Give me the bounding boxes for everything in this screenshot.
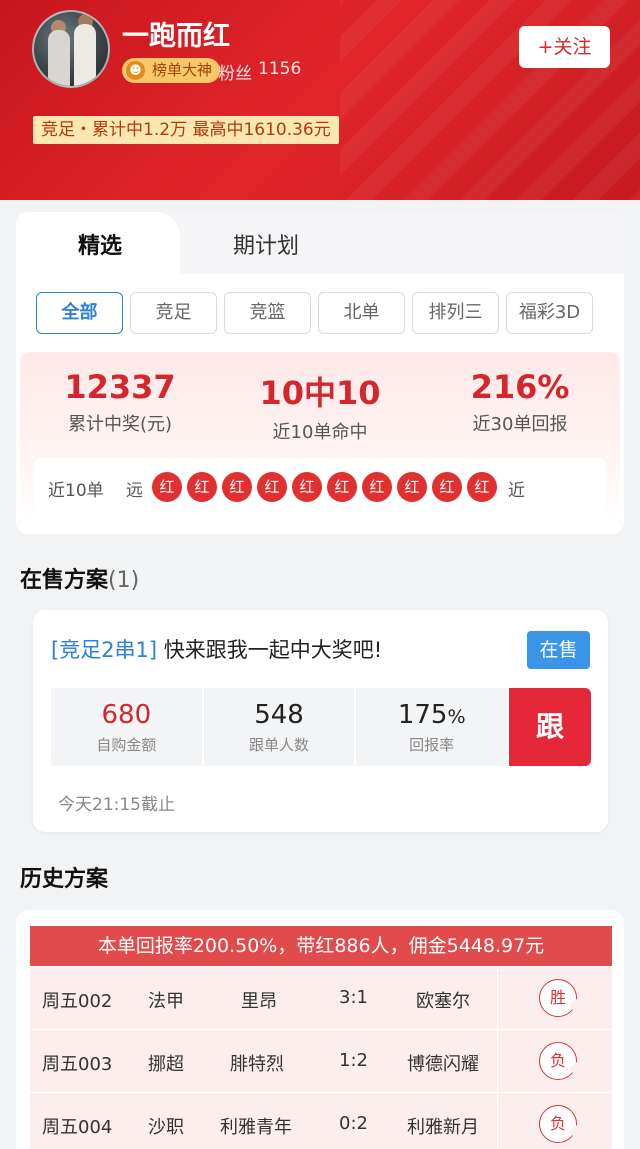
metric-value: 175 — [397, 700, 448, 730]
fans-label: 粉丝 — [218, 64, 252, 84]
on-sale-section-title: 在售方案(1) — [20, 562, 139, 594]
score: 3:1 — [339, 987, 368, 1008]
match-id: 周五004 — [42, 1117, 113, 1138]
plan-type-tag: [竞足2串1] — [51, 638, 158, 662]
recent-label: 近10单 — [48, 481, 104, 501]
stat-label: 近10单命中 — [272, 422, 368, 443]
section-title-text: 在售方案 — [20, 568, 109, 593]
result-dot: 红 — [292, 472, 322, 502]
table-row[interactable]: 周五004 沙职 利雅青年 0:2 利雅新月 负 — [30, 1093, 612, 1149]
stats-card: 精选 期计划 全部 竞足 竞篮 北单 排列三 福彩3D 12337 累计中奖(元… — [16, 212, 624, 534]
result-dot: 红 — [152, 472, 182, 502]
filter-beidan[interactable]: 北单 — [318, 292, 405, 334]
match-id: 周五002 — [42, 991, 113, 1012]
rank-badge: ☻ 榜单大神 — [122, 58, 221, 83]
metric-value: 680 — [101, 700, 152, 730]
person-icon: ☻ — [126, 61, 145, 80]
result-dots: 红 红 红 红 红 红 红 红 红 红 — [152, 472, 497, 502]
result-dot: 红 — [257, 472, 287, 502]
follow-button[interactable]: +关注 — [519, 26, 610, 68]
stat-label: 近30单回报 — [472, 414, 568, 435]
home-team: 利雅青年 — [220, 1117, 292, 1138]
metric-return-rate: 175% 回报率 — [356, 688, 508, 766]
filter-fucai3d[interactable]: 福彩3D — [506, 292, 593, 334]
table-row[interactable]: 周五002 法甲 里昂 3:1 欧塞尔 胜 — [30, 967, 612, 1029]
history-card: 本单回报率200.50%，带红886人，佣金5448.97元 周五002 法甲 … — [16, 910, 624, 1149]
filter-jinglan[interactable]: 竞篮 — [224, 292, 311, 334]
plan-headline: [竞足2串1] 快来跟我一起中大奖吧! — [51, 634, 382, 664]
fans-count: 1156 — [258, 59, 302, 79]
away-team: 欧塞尔 — [416, 991, 470, 1012]
home-team: 里昂 — [241, 991, 277, 1012]
history-section-title: 历史方案 — [20, 867, 109, 892]
result-dot: 红 — [187, 472, 217, 502]
stat-value: 216% — [470, 368, 570, 406]
filter-bar: 全部 竞足 竞篮 北单 排列三 福彩3D — [36, 292, 593, 334]
tab-featured-label[interactable]: 精选 — [16, 228, 184, 260]
result-dot: 红 — [397, 472, 427, 502]
plan-metrics: 680 自购金额 548 跟单人数 175% 回报率 — [51, 688, 508, 766]
result-stamp: 负 — [539, 1105, 577, 1143]
record-summary: 竞足・累计中1.2万 最高中1610.36元 — [33, 116, 339, 144]
match-id: 周五003 — [42, 1054, 113, 1075]
tab-period-plan[interactable]: 期计划 — [196, 228, 336, 260]
status-badge: 在售 — [527, 631, 590, 669]
filter-jingzu[interactable]: 竞足 — [130, 292, 217, 334]
result-dot: 红 — [327, 472, 357, 502]
home-team: 腓特烈 — [230, 1054, 284, 1075]
result-dot: 红 — [432, 472, 462, 502]
stats-summary: 12337 累计中奖(元) 10中10 近10单命中 216% 近30单回报 近… — [20, 352, 620, 528]
filter-pailie3[interactable]: 排列三 — [412, 292, 499, 334]
stat-value: 10中10 — [259, 374, 381, 412]
plan-card[interactable]: [竞足2串1] 快来跟我一起中大奖吧! 在售 680 自购金额 548 跟单人数… — [33, 610, 608, 832]
badge-label: 榜单大神 — [152, 61, 213, 79]
profile-header: 一跑而红 ☻ 榜单大神 粉丝 1156 +关注 竞足・累计中1.2万 最高中16… — [0, 0, 640, 200]
stat-value: 12337 — [64, 368, 176, 406]
history-table: 周五002 法甲 里昂 3:1 欧塞尔 胜 周五003 挪超 腓特烈 1:2 博… — [30, 967, 612, 1149]
history-banner: 本单回报率200.50%，带红886人，佣金5448.97元 — [30, 926, 612, 966]
recent-results: 近10单 远 红 红 红 红 红 红 红 红 红 红 近 — [34, 458, 606, 518]
table-row[interactable]: 周五003 挪超 腓特烈 1:2 博德闪耀 负 — [30, 1030, 612, 1092]
metric-value: 548 — [254, 700, 304, 730]
league: 沙职 — [148, 1117, 184, 1138]
metric-value-wrap: 175% — [356, 700, 507, 730]
stat-hit-rate: 10中10 近10单命中 — [220, 368, 420, 444]
metric-label: 自购金额 — [96, 736, 157, 754]
avatar[interactable] — [32, 10, 110, 88]
profile-name: 一跑而红 — [122, 21, 230, 52]
recent-far-label: 远 — [126, 481, 143, 501]
result-stamp: 胜 — [539, 979, 577, 1017]
metric-self-buy: 680 自购金额 — [51, 688, 202, 766]
result-stamp: 负 — [539, 1042, 577, 1080]
league: 法甲 — [148, 991, 184, 1012]
result-dot: 红 — [362, 472, 392, 502]
recent-near-label: 近 — [508, 481, 525, 501]
metric-label: 跟单人数 — [249, 736, 310, 754]
score: 1:2 — [339, 1050, 368, 1071]
stat-total-prize: 12337 累计中奖(元) — [20, 368, 220, 436]
result-dot: 红 — [222, 472, 252, 502]
filter-all[interactable]: 全部 — [36, 292, 123, 334]
away-team: 利雅新月 — [407, 1117, 479, 1138]
metric-followers: 548 跟单人数 — [203, 688, 355, 766]
follow-plan-button[interactable]: 跟 — [509, 688, 591, 766]
stat-return: 216% 近30单回报 — [420, 368, 620, 436]
plan-text: 快来跟我一起中大奖吧! — [157, 638, 383, 662]
league: 挪超 — [148, 1054, 184, 1075]
on-sale-count: (1) — [108, 568, 140, 593]
score: 0:2 — [339, 1113, 368, 1134]
stat-label: 累计中奖(元) — [67, 414, 173, 435]
metric-label: 回报率 — [409, 736, 455, 754]
metric-unit: % — [447, 706, 466, 728]
result-dot: 红 — [467, 472, 497, 502]
away-team: 博德闪耀 — [407, 1054, 479, 1075]
deadline-text: 今天21:15截止 — [58, 795, 175, 815]
